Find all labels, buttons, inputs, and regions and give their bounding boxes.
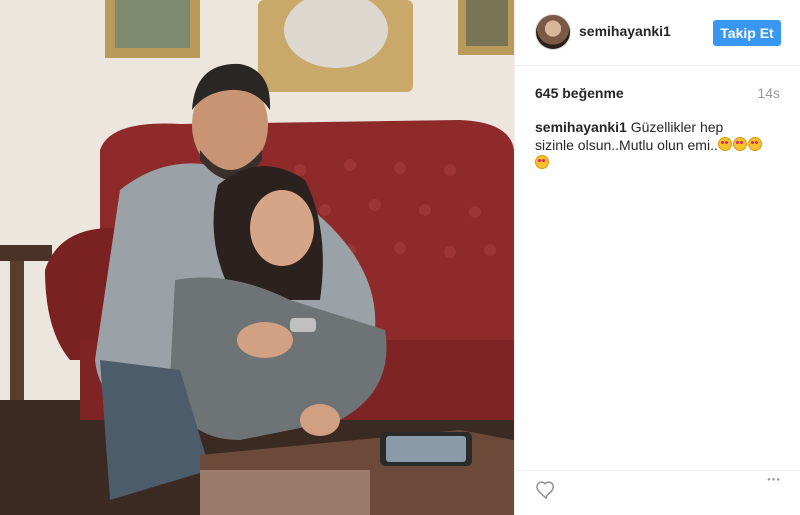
- post-caption: semihayanki1 Güzellikler hep sizinle ols…: [535, 118, 765, 172]
- post-header: semihayanki1 Takip Et: [515, 0, 800, 66]
- username-link[interactable]: semihayanki1: [579, 23, 671, 39]
- post-photo-illustration: [0, 0, 514, 515]
- post-timestamp[interactable]: 14s: [757, 85, 780, 101]
- instagram-post: semihayanki1 Takip Et 645 beğenme 14s se…: [0, 0, 800, 515]
- heart-icon[interactable]: [535, 479, 557, 499]
- heart-eyes-emoji-icon: [747, 137, 762, 151]
- heart-eyes-emoji-icon: [717, 137, 732, 151]
- more-options-icon[interactable]: ●●●: [767, 477, 781, 483]
- avatar[interactable]: [535, 14, 571, 50]
- heart-eyes-emoji-icon: [732, 137, 747, 151]
- post-actions: ●●●: [515, 470, 800, 515]
- post-sidebar: semihayanki1 Takip Et 645 beğenme 14s se…: [514, 0, 800, 515]
- post-photo[interactable]: [0, 0, 514, 515]
- follow-button[interactable]: Takip Et: [713, 20, 781, 46]
- likes-count[interactable]: 645 beğenme: [535, 85, 624, 101]
- caption-author[interactable]: semihayanki1: [535, 119, 627, 135]
- heart-eyes-emoji-icon: [535, 155, 549, 169]
